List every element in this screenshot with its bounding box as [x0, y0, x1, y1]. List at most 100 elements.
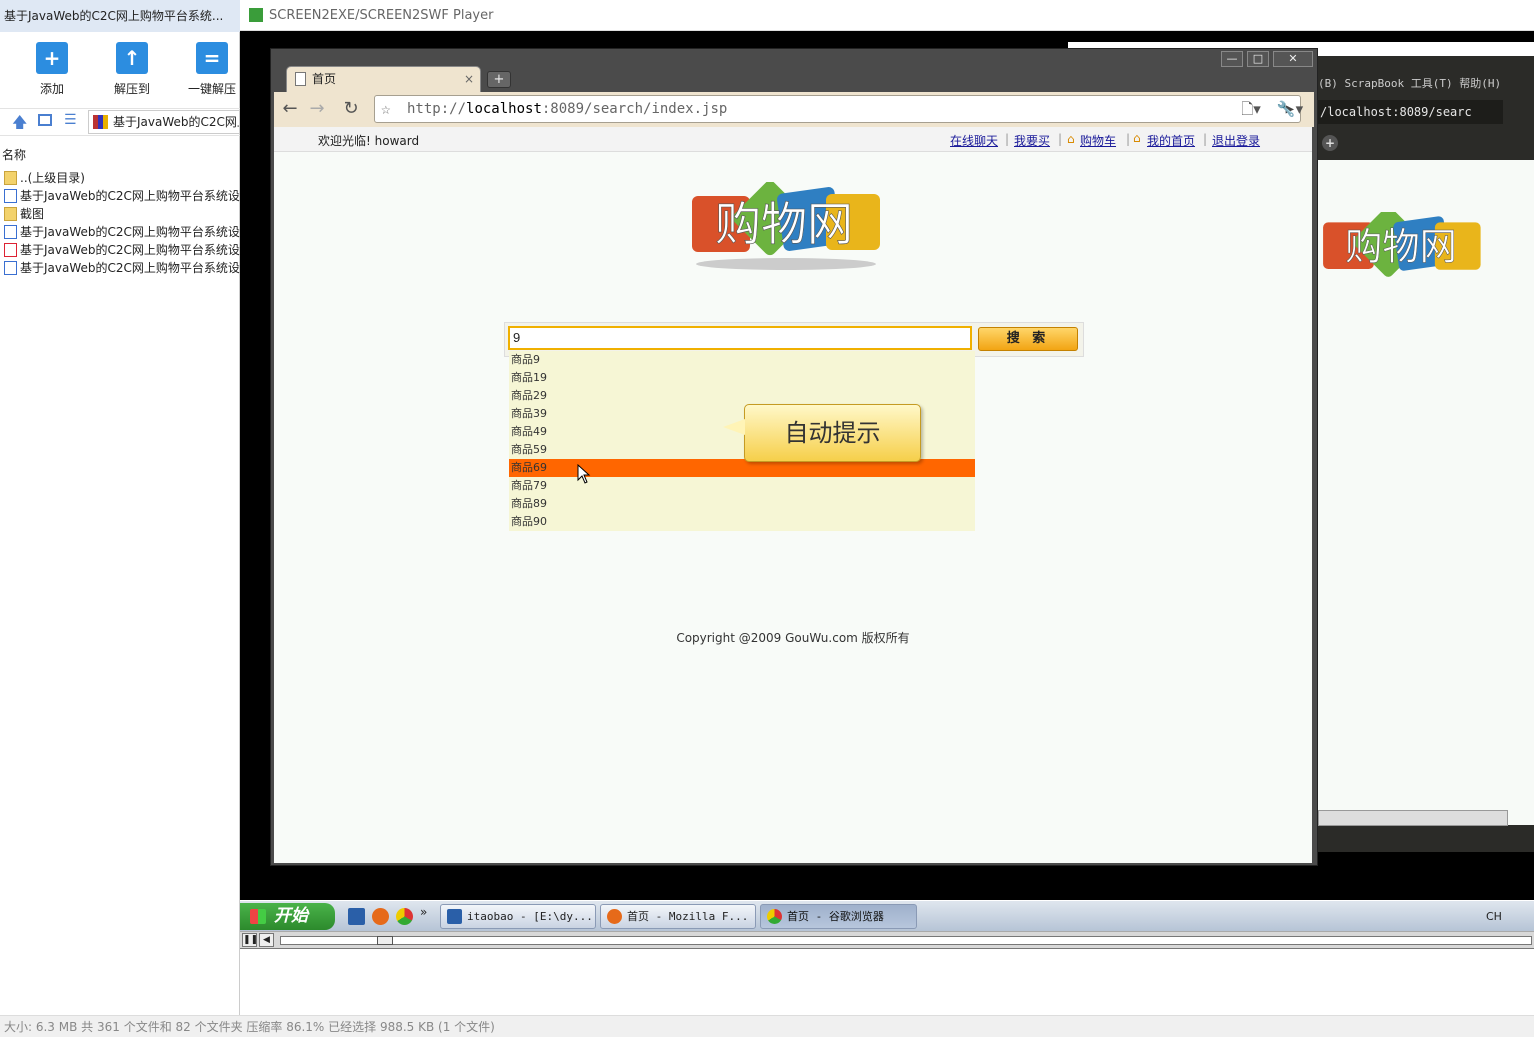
firefox-url-bar[interactable]: /localhost:8089/searc: [1318, 100, 1503, 124]
quicklaunch-more-icon[interactable]: »: [420, 905, 427, 919]
address-bar[interactable]: ☆ http://localhost:8089/search/index.jsp…: [374, 95, 1301, 123]
nav-cart[interactable]: 购物车: [1080, 132, 1116, 149]
suggestion-item[interactable]: 商品90: [509, 513, 975, 531]
file-name: 基于JavaWeb的C2C网上购物平台系统设计: [20, 189, 240, 203]
file-row[interactable]: 基于JavaWeb的C2C网上购物平台系统设计: [0, 241, 240, 259]
nav-separator: |: [1058, 132, 1063, 146]
task-label: 首页 - Mozilla F...: [627, 910, 749, 923]
player-titlebar: SCREEN2EXE/SCREEN2SWF Player: [240, 0, 1534, 31]
forward-icon[interactable]: →: [305, 97, 329, 121]
suggestion-item[interactable]: 商品9: [509, 351, 975, 369]
language-indicator[interactable]: CH: [1486, 910, 1502, 923]
callout-pointer: [723, 419, 745, 435]
extract-icon: ↑: [116, 42, 148, 74]
windows-logo-icon: [250, 909, 266, 924]
intellij-icon: [447, 909, 462, 924]
firefox-menu[interactable]: (B) ScrapBook 工具(T) 帮助(H): [1318, 75, 1501, 91]
archive-title: 基于JavaWeb的C2C网上购物平台系统...: [0, 0, 240, 32]
file-row[interactable]: ..(上级目录): [0, 169, 240, 187]
pause-icon[interactable]: ❚❚: [242, 933, 258, 947]
mouse-cursor-icon: [577, 464, 591, 484]
thumbnail-view-icon[interactable]: [38, 114, 52, 126]
chrome-toolbar: ← → ↻ ☆ http://localhost:8089/search/ind…: [274, 92, 1314, 127]
back-icon[interactable]: ←: [278, 97, 302, 121]
nav-logout[interactable]: 退出登录: [1212, 132, 1260, 149]
file-icon: [4, 189, 17, 203]
file-name: 基于JavaWeb的C2C网上购物平台系统设计: [20, 243, 240, 257]
file-name: 基于JavaWeb的C2C网上购物平台系统设计: [20, 225, 240, 239]
archive-address-bar[interactable]: 基于JavaWeb的C2C网上购物平台系统设计: [88, 110, 240, 134]
archive-status-bar: 大小: 6.3 MB 共 361 个文件和 82 个文件夹 压缩率 86.1% …: [0, 1015, 1534, 1037]
file-name: 截图: [20, 207, 45, 221]
firefox-icon[interactable]: [372, 908, 389, 925]
svg-text:购物网: 购物网: [1345, 225, 1457, 269]
url-host: localhost: [466, 101, 542, 117]
nav-online-chat[interactable]: 在线聊天: [950, 132, 998, 149]
word-doc-icon: [4, 225, 17, 239]
file-row[interactable]: 截图: [0, 205, 240, 223]
image-file-icon: [4, 261, 17, 275]
close-button[interactable]: ✕: [1273, 51, 1313, 67]
archive-window: 基于JavaWeb的C2C网上购物平台系统... + 添加 ↑ 解压到 = 一键…: [0, 0, 240, 1015]
one-click-label: 一键解压: [187, 82, 236, 96]
chrome-icon[interactable]: [396, 908, 413, 925]
task-itaobao[interactable]: itaobao - [E:\dy...: [440, 904, 596, 929]
page-viewport: 欢迎光临! howard 在线聊天 | 我要买 | ⌂ 购物车 | ⌂ 我的首页…: [274, 127, 1312, 863]
reload-icon[interactable]: ↻: [339, 97, 363, 121]
task-label: 首页 - 谷歌浏览器: [787, 910, 884, 923]
ppt-icon: [4, 243, 17, 257]
column-header-name[interactable]: 名称: [0, 146, 240, 164]
tab-home[interactable]: 首页 ×: [286, 66, 481, 92]
start-label: 开始: [274, 906, 308, 926]
system-tray: CH: [1478, 903, 1534, 930]
cart-icon: ⌂: [1067, 132, 1075, 146]
page-menu-icon[interactable]: 🗋▾: [1234, 97, 1268, 121]
search-button[interactable]: 搜 索: [978, 327, 1078, 351]
suggestion-item[interactable]: 商品29: [509, 387, 975, 405]
search-input[interactable]: 9: [508, 326, 972, 350]
url-prefix: http://: [407, 101, 467, 117]
minimize-button[interactable]: —: [1221, 51, 1243, 67]
rar-icon: [93, 115, 108, 129]
tab-close-icon[interactable]: ×: [464, 67, 474, 91]
file-name: 基于JavaWeb的C2C网上购物平台系统设计: [20, 261, 240, 275]
suggestion-item[interactable]: 商品89: [509, 495, 975, 513]
nav-my-home[interactable]: 我的首页: [1147, 132, 1195, 149]
player-title: SCREEN2EXE/SCREEN2SWF Player: [269, 8, 494, 23]
task-firefox[interactable]: 首页 - Mozilla F...: [600, 904, 756, 929]
new-tab-button[interactable]: +: [487, 71, 511, 88]
seek-handle[interactable]: [377, 936, 393, 945]
bookmark-star-icon[interactable]: ☆: [381, 96, 391, 122]
intellij-icon[interactable]: [348, 908, 365, 925]
player-controls: ❚❚ ◀: [240, 931, 1534, 949]
folder-icon: [4, 207, 17, 221]
chrome-window: — □ ✕ 首页 × + ← → ↻ ☆ http://localhost:80…: [270, 48, 1318, 866]
welcome-text: 欢迎光临! howard: [318, 134, 420, 148]
seek-bar[interactable]: [280, 936, 1532, 945]
player-app-icon: [249, 8, 263, 22]
firefox-horizontal-scrollbar[interactable]: [1318, 810, 1508, 826]
task-chrome[interactable]: 首页 - 谷歌浏览器: [760, 904, 917, 929]
start-button[interactable]: 开始: [240, 903, 335, 930]
volume-icon[interactable]: ◀: [259, 933, 274, 947]
chrome-icon: [767, 909, 782, 924]
taskbar: 开始 » itaobao - [E:\dy... 首页 - Mozilla F.…: [240, 900, 1534, 931]
tab-strip: 首页 × +: [274, 66, 1314, 92]
wrench-icon[interactable]: 🔧▾: [1273, 97, 1307, 121]
firefox-site-logo: 购物网: [1323, 212, 1481, 277]
url-path: :8089/search/index.jsp: [541, 101, 728, 117]
nav-i-want-buy[interactable]: 我要买: [1014, 132, 1050, 149]
file-row[interactable]: 基于JavaWeb的C2C网上购物平台系统设计: [0, 259, 240, 277]
plus-icon[interactable]: +: [1322, 135, 1338, 151]
add-button[interactable]: + 添加: [12, 38, 92, 97]
extract-to-button[interactable]: ↑ 解压到: [92, 38, 172, 97]
file-row[interactable]: 基于JavaWeb的C2C网上购物平台系统设计: [0, 223, 240, 241]
suggestion-item[interactable]: 商品19: [509, 369, 975, 387]
autocomplete-callout: 自动提示: [723, 404, 921, 462]
maximize-button[interactable]: □: [1247, 51, 1269, 67]
task-label: itaobao - [E:\dy...: [467, 910, 593, 923]
up-arrow-icon[interactable]: 🡅: [12, 112, 27, 137]
list-view-icon[interactable]: ☰: [64, 112, 77, 128]
file-row[interactable]: 基于JavaWeb的C2C网上购物平台系统设计: [0, 187, 240, 205]
copyright-text: Copyright @2009 GouWu.com 版权所有: [676, 631, 910, 645]
